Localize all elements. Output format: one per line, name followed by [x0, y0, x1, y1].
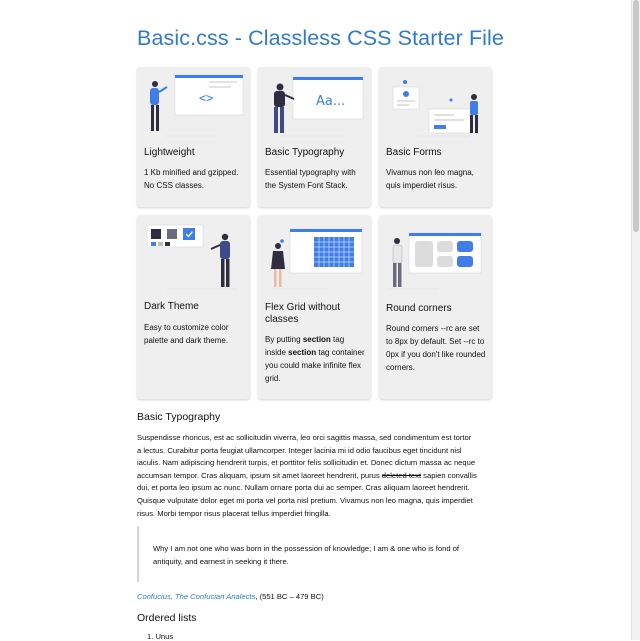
citation-link[interactable]: Confucius, The Confucian Analects — [137, 592, 255, 601]
typography-heading: Basic Typography — [137, 411, 221, 423]
round-corners-illustration — [389, 232, 482, 290]
deleted-text: deleted text — [381, 470, 422, 480]
card-title: Basic Typography — [265, 147, 345, 158]
text-part: By putting — [265, 335, 303, 344]
card-round-corners: Round corners Round corners --rc are set… — [379, 215, 492, 399]
typography-illustration: Aa... — [274, 76, 364, 137]
card-text: Round corners --rc are set to 8px by def… — [386, 324, 486, 372]
card-text: Vivamus non leo magna, quis imperdiet ri… — [386, 168, 474, 190]
card-text: Easy to customize color palette and dark… — [144, 323, 229, 345]
svg-text:<>: <> — [199, 91, 213, 105]
quote-text: Why I am not one who was born in the pos… — [153, 544, 460, 566]
code-term: section — [302, 335, 331, 344]
scrollbar-thumb[interactable] — [633, 0, 639, 232]
card-title: Flex Grid without classes — [265, 302, 341, 325]
card-title: Dark Theme — [144, 301, 199, 312]
forms-illustration — [392, 80, 478, 137]
grid-illustration — [271, 228, 363, 290]
card-dark-theme: Dark Theme Easy to customize color palet… — [137, 215, 250, 399]
code-term: section — [288, 348, 317, 357]
typography-paragraph: Suspendisse rhoncus, est ac sollicitudin… — [137, 432, 477, 520]
blockquote: Why I am not one who was born in the pos… — [137, 526, 479, 582]
card-basic-typography: Aa... Basic Typography Essential typogra… — [258, 67, 371, 207]
palette-illustration — [146, 224, 237, 290]
card-title: Round corners — [386, 303, 452, 314]
card-basic-forms: Basic Forms Vivamus non leo magna, quis … — [379, 67, 492, 207]
card-title: Basic Forms — [386, 147, 442, 158]
card-flex-grid: Flex Grid without classes By putting sec… — [258, 215, 371, 399]
card-lightweight: <> Lightweight 1 Kb minified and gzipped… — [137, 67, 250, 207]
citation: Confucius, The Confucian Analects, (551 … — [137, 592, 324, 601]
card-title: Lightweight — [144, 147, 195, 158]
vertical-scrollbar[interactable] — [631, 0, 640, 640]
typography-sample-text: Aa... — [316, 94, 345, 109]
card-text: 1 Kb minified and gzipped. No CSS classe… — [144, 168, 239, 190]
citation-years: , (551 BC – 479 BC) — [255, 592, 324, 601]
ordered-lists-heading: Ordered lists — [137, 612, 197, 624]
card-text: Essential typography with the System Fon… — [265, 168, 356, 190]
card-text: By putting section tag inside section ta… — [265, 333, 366, 385]
page-title: Basic.css - Classless CSS Starter File — [137, 26, 504, 50]
code-window-illustration: <> — [150, 74, 244, 137]
